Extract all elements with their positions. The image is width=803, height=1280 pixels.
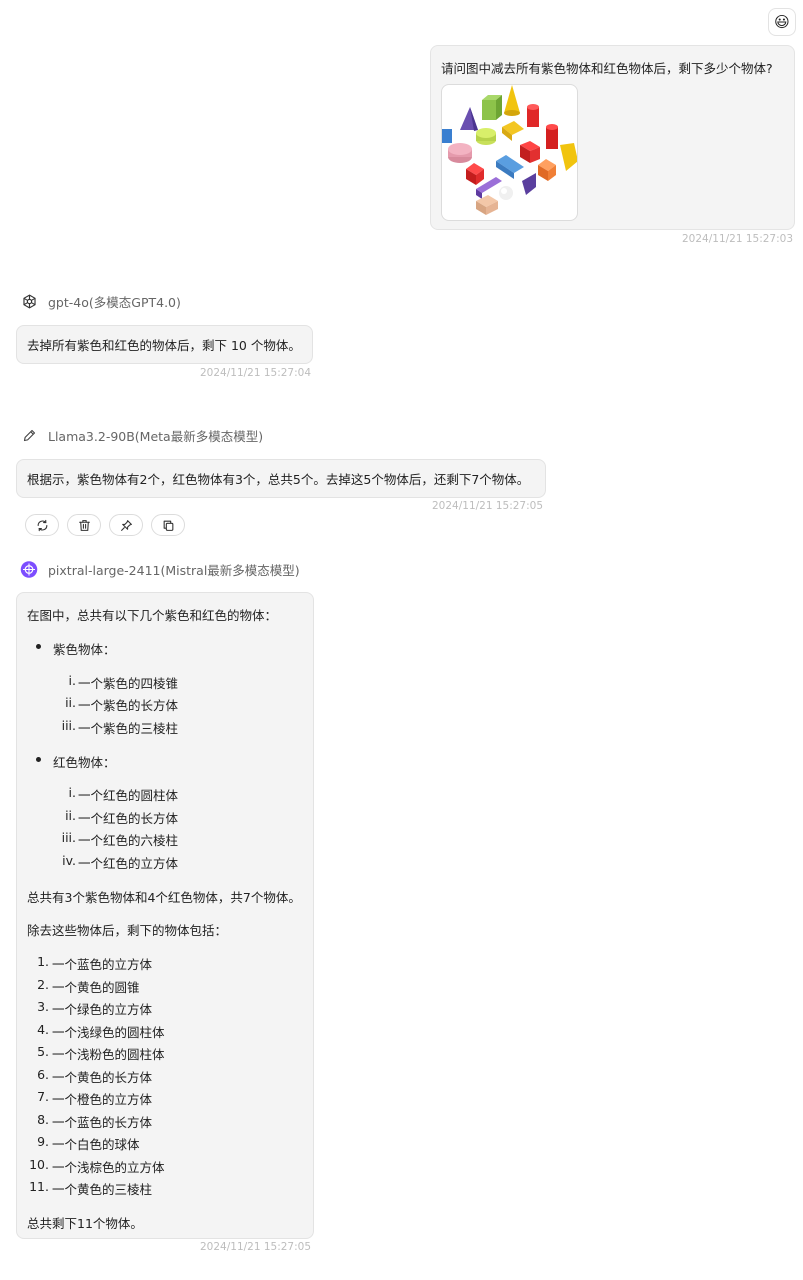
red-item: 一个红色的长方体 bbox=[78, 811, 179, 826]
pin-button[interactable] bbox=[109, 514, 143, 536]
remaining-item: 一个黄色的圆锥 bbox=[52, 980, 140, 995]
roman-marker: iii. bbox=[61, 830, 76, 845]
red-heading: 红色物体： bbox=[53, 755, 116, 770]
pin-icon bbox=[120, 519, 132, 531]
pixtral-summary-1: 总共有3个紫色物体和4个红色物体，共7个物体。 bbox=[27, 890, 301, 905]
purple-item: 一个紫色的三棱柱 bbox=[78, 721, 179, 736]
list-number: 10. bbox=[29, 1157, 49, 1172]
response-bubble-pixtral: 在图中，总共有以下几个紫色和红色的物体： 紫色物体： i. 一个紫色的四棱锥 i… bbox=[16, 592, 314, 1239]
model-header-llama: Llama3.2-90B(Meta最新多模态模型) bbox=[20, 426, 263, 445]
roman-marker: ii. bbox=[65, 808, 76, 823]
list-number: 5. bbox=[37, 1044, 49, 1059]
remaining-item: 一个浅棕色的立方体 bbox=[52, 1160, 165, 1175]
model-name-llama: Llama3.2-90B(Meta最新多模态模型) bbox=[48, 429, 264, 444]
mistral-icon bbox=[20, 561, 38, 579]
user-attached-image[interactable] bbox=[441, 84, 578, 221]
openai-icon bbox=[20, 293, 38, 311]
response-bubble-gpt4o: 去掉所有紫色和红色的物体后，剩下 10 个物体。 bbox=[16, 325, 313, 364]
list-number: 7. bbox=[37, 1089, 49, 1104]
refresh-icon bbox=[37, 519, 47, 531]
remaining-item: 一个蓝色的立方体 bbox=[52, 957, 153, 972]
regenerate-button[interactable] bbox=[25, 514, 59, 536]
model-name-pixtral: pixtral-large-2411(Mistral最新多模态模型) bbox=[48, 563, 300, 578]
user-message-bubble: 请问图中减去所有紫色物体和红色物体后，剩下多少个物体? bbox=[430, 45, 795, 230]
model-header-pixtral: pixtral-large-2411(Mistral最新多模态模型) bbox=[20, 560, 300, 579]
response-bubble-llama: 根据示，紫色物体有2个，红色物体有3个，总共5个。去掉这5个物体后，还剩下7个物… bbox=[16, 459, 546, 498]
list-number: 8. bbox=[37, 1112, 49, 1127]
copy-button[interactable] bbox=[151, 514, 185, 536]
list-number: 3. bbox=[37, 999, 49, 1014]
roman-marker: ii. bbox=[65, 695, 76, 710]
bullet-dot bbox=[36, 757, 41, 762]
list-number: 4. bbox=[37, 1022, 49, 1037]
roman-marker: i. bbox=[68, 673, 76, 688]
purple-item: 一个紫色的四棱锥 bbox=[78, 676, 179, 691]
remaining-item: 一个绿色的立方体 bbox=[52, 1002, 153, 1017]
pixtral-final: 总共剩下11个物体。 bbox=[27, 1216, 143, 1231]
roman-marker: iv. bbox=[62, 853, 76, 868]
model-name-gpt4o: gpt-4o(多模态GPT4.0) bbox=[48, 295, 181, 310]
purple-heading: 紫色物体： bbox=[53, 642, 116, 657]
remaining-item: 一个蓝色的长方体 bbox=[52, 1115, 153, 1130]
response-timestamp-llama: 2024/11/21 15:27:05 bbox=[432, 500, 544, 512]
model-header-gpt4o: gpt-4o(多模态GPT4.0) bbox=[20, 292, 181, 311]
list-number: 11. bbox=[29, 1179, 49, 1194]
remaining-item: 一个浅粉色的圆柱体 bbox=[52, 1047, 165, 1062]
pixtral-summary-2: 除去这些物体后，剩下的物体包括： bbox=[27, 923, 228, 938]
roman-marker: iii. bbox=[61, 718, 76, 733]
roman-marker: i. bbox=[68, 785, 76, 800]
list-number: 6. bbox=[37, 1067, 49, 1082]
remaining-item: 一个白色的球体 bbox=[52, 1137, 140, 1152]
llama-action-bar bbox=[25, 514, 185, 536]
response-text-llama: 根据示，紫色物体有2个，红色物体有3个，总共5个。去掉这5个物体后，还剩下7个物… bbox=[27, 472, 530, 487]
smile-emoji-icon: 😃 bbox=[774, 12, 790, 31]
red-item: 一个红色的圆柱体 bbox=[78, 788, 179, 803]
remaining-item: 一个浅绿色的圆柱体 bbox=[52, 1025, 165, 1040]
remaining-item: 一个橙色的立方体 bbox=[52, 1092, 153, 1107]
list-number: 9. bbox=[37, 1134, 49, 1149]
copy-icon bbox=[163, 520, 173, 531]
response-text-gpt4o: 去掉所有紫色和红色的物体后，剩下 10 个物体。 bbox=[27, 338, 301, 353]
remaining-item: 一个黄色的长方体 bbox=[52, 1070, 153, 1085]
list-number: 1. bbox=[37, 954, 49, 969]
purple-item: 一个紫色的长方体 bbox=[78, 698, 179, 713]
user-message-timestamp: 2024/11/21 15:27:03 bbox=[682, 233, 794, 245]
colored-3d-objects-image bbox=[442, 85, 577, 215]
pixtral-intro: 在图中，总共有以下几个紫色和红色的物体： bbox=[27, 608, 278, 623]
red-item: 一个红色的六棱柱 bbox=[78, 833, 179, 848]
delete-button[interactable] bbox=[67, 514, 101, 536]
list-number: 2. bbox=[37, 977, 49, 992]
user-message-text: 请问图中减去所有紫色物体和红色物体后，剩下多少个物体? bbox=[441, 61, 773, 76]
user-avatar[interactable]: 😃 bbox=[768, 8, 796, 36]
trash-icon bbox=[78, 519, 90, 531]
response-timestamp-pixtral: 2024/11/21 15:27:05 bbox=[200, 1241, 312, 1253]
response-timestamp-gpt4o: 2024/11/21 15:27:04 bbox=[200, 367, 312, 379]
bullet-dot bbox=[36, 644, 41, 649]
pencil-icon bbox=[20, 427, 38, 445]
red-item: 一个红色的立方体 bbox=[78, 856, 179, 871]
remaining-item: 一个黄色的三棱柱 bbox=[52, 1182, 153, 1197]
